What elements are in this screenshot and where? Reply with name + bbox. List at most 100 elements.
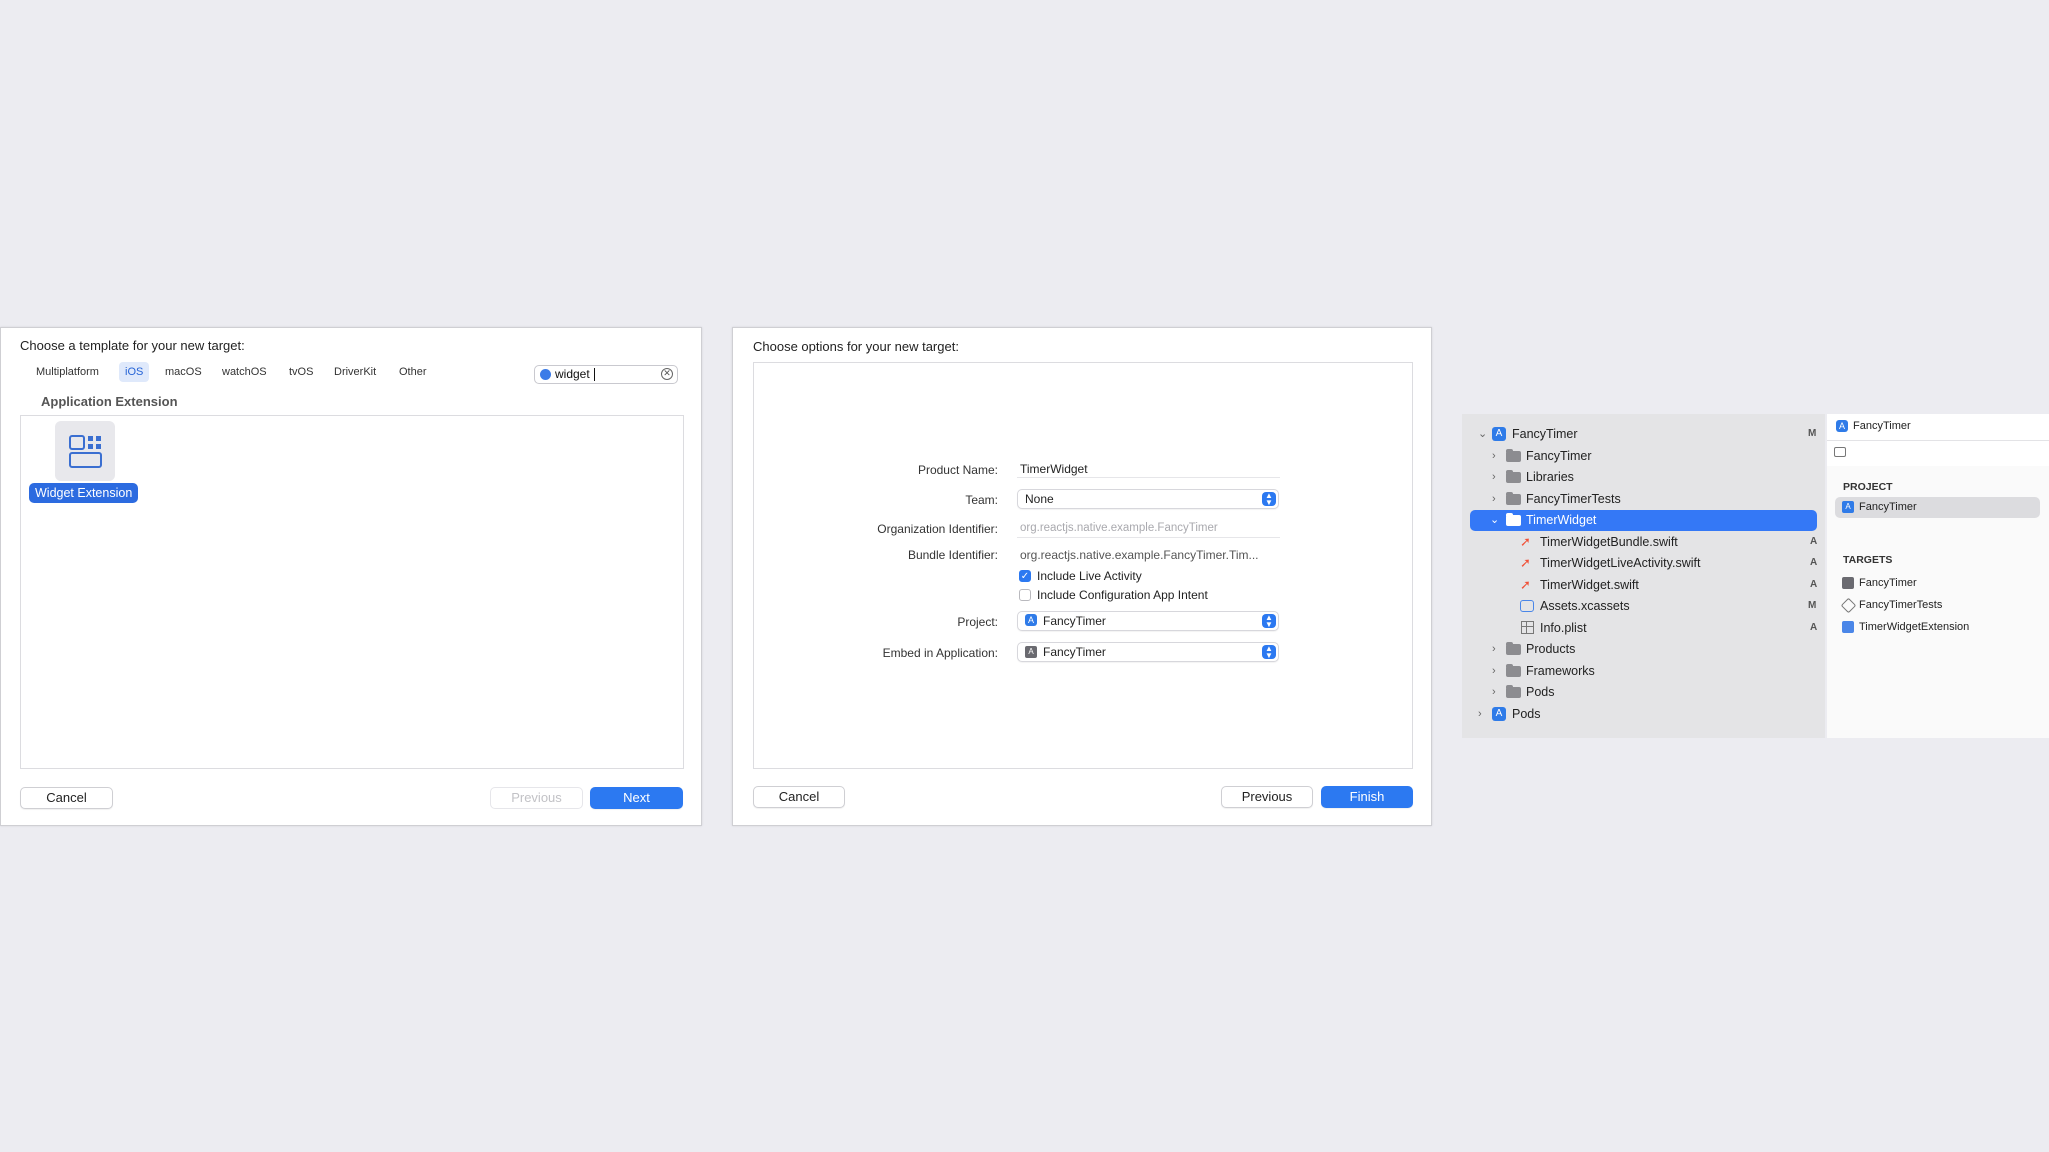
- navigator-item-timerwidget-swift[interactable]: ➚ TimerWidget.swift A: [1470, 575, 1817, 596]
- chevron-down-icon[interactable]: ⌄: [1478, 428, 1488, 440]
- plist-file-icon: [1521, 621, 1534, 634]
- swift-file-icon: ➚: [1520, 577, 1531, 592]
- chevron-down-icon[interactable]: ⌄: [1490, 514, 1500, 526]
- dialog-title: Choose options for your new target:: [753, 339, 959, 354]
- navigator-item-products[interactable]: › Products: [1470, 639, 1817, 660]
- folder-icon: [1506, 642, 1521, 655]
- project-label: Project:: [957, 615, 998, 629]
- navigator-item-label: FancyTimerTests: [1526, 492, 1621, 506]
- widget-extension-icon: [69, 435, 102, 468]
- cancel-button[interactable]: Cancel: [753, 786, 845, 808]
- navigator-item-label: TimerWidget: [1526, 513, 1597, 527]
- navigator-item-pods-folder[interactable]: › Pods: [1470, 682, 1817, 703]
- chevron-right-icon[interactable]: ›: [1492, 471, 1502, 483]
- editor-toolbar: [1827, 440, 2049, 467]
- chevron-right-icon[interactable]: ›: [1492, 665, 1502, 677]
- navigator-item-label: TimerWidgetBundle.swift: [1540, 535, 1678, 549]
- finish-button[interactable]: Finish: [1321, 786, 1413, 808]
- next-button[interactable]: Next: [590, 787, 683, 809]
- tab-multiplatform[interactable]: Multiplatform: [30, 362, 105, 382]
- navigator-item-label: Libraries: [1526, 470, 1574, 484]
- editor-tab-bar: A FancyTimer: [1827, 414, 2049, 441]
- navigator-item-frameworks[interactable]: › Frameworks: [1470, 661, 1817, 682]
- embed-in-application-popup[interactable]: A FancyTimer ▲ ▼: [1017, 642, 1279, 662]
- options-form: Product Name: TimerWidget Team: None ▲ ▼ …: [753, 362, 1413, 769]
- navigator-item-label: Pods: [1512, 707, 1541, 721]
- team-popup[interactable]: None ▲ ▼: [1017, 489, 1279, 509]
- target-item-fancytimer[interactable]: FancyTimer: [1835, 573, 2040, 594]
- navigator-item-label: Pods: [1526, 685, 1555, 699]
- tab-watchos[interactable]: watchOS: [216, 362, 273, 382]
- navigator-item-pods-project[interactable]: › A Pods: [1470, 704, 1817, 725]
- navigator-item-label: Assets.xcassets: [1540, 599, 1630, 613]
- tab-macos[interactable]: macOS: [159, 362, 208, 382]
- widget-extension-tile[interactable]: [55, 421, 115, 481]
- navigator-item-timerwidget[interactable]: ⌄ TimerWidget: [1470, 510, 1817, 531]
- extension-target-icon: [1842, 621, 1854, 633]
- source-control-status: M: [1808, 428, 1817, 439]
- app-target-icon: A: [1025, 646, 1037, 658]
- xcode-project-icon: A: [1025, 614, 1037, 626]
- project-editor: A FancyTimer PROJECT A FancyTimer TARGET…: [1827, 414, 2049, 738]
- tab-tvos[interactable]: tvOS: [283, 362, 319, 382]
- target-options-dialog: Choose options for your new target: Prod…: [732, 327, 1432, 826]
- filter-icon: [540, 369, 551, 380]
- template-grid: Widget Extension: [20, 415, 684, 769]
- navigator-item-fancytimertests[interactable]: › FancyTimerTests: [1470, 489, 1817, 510]
- source-control-status: A: [1810, 536, 1818, 547]
- chevron-right-icon[interactable]: ›: [1492, 686, 1502, 698]
- clear-search-icon[interactable]: ✕: [661, 368, 673, 380]
- include-live-activity-checkbox[interactable]: ✓: [1019, 570, 1031, 582]
- source-control-status: M: [1808, 600, 1817, 611]
- include-live-activity-label: Include Live Activity: [1037, 569, 1142, 583]
- include-config-intent-label: Include Configuration App Intent: [1037, 588, 1208, 602]
- search-input[interactable]: widget: [555, 367, 590, 381]
- project-item-fancytimer[interactable]: A FancyTimer: [1835, 497, 2040, 518]
- source-control-status: A: [1810, 622, 1818, 633]
- navigator-item-libraries[interactable]: › Libraries: [1470, 467, 1817, 488]
- popup-stepper-icon: ▲ ▼: [1262, 492, 1276, 507]
- editor-tab-label[interactable]: FancyTimer: [1853, 420, 1911, 432]
- org-identifier-field[interactable]: org.reactjs.native.example.FancyTimer: [1017, 519, 1280, 538]
- chevron-right-icon[interactable]: ›: [1492, 643, 1502, 655]
- project-popup[interactable]: A FancyTimer ▲ ▼: [1017, 611, 1279, 631]
- embed-in-application-label: Embed in Application:: [882, 646, 998, 660]
- bundle-identifier-label: Bundle Identifier:: [907, 548, 998, 562]
- editor-sidebar: PROJECT A FancyTimer TARGETS FancyTimer …: [1827, 466, 2049, 738]
- widget-extension-label[interactable]: Widget Extension: [29, 483, 139, 503]
- team-label: Team:: [965, 493, 998, 507]
- navigator-item-fancytimer-project[interactable]: ⌄ A FancyTimer M: [1470, 424, 1817, 445]
- template-search-field[interactable]: widget ✕: [534, 365, 678, 384]
- tab-other[interactable]: Other: [393, 362, 433, 382]
- previous-button[interactable]: Previous: [1221, 786, 1313, 808]
- tab-ios[interactable]: iOS: [119, 362, 150, 382]
- target-item-timerwidgetextension[interactable]: TimerWidgetExtension: [1835, 617, 2040, 638]
- source-control-status: A: [1810, 557, 1818, 568]
- bundle-identifier-value: org.reactjs.native.example.FancyTimer.Ti…: [1020, 548, 1259, 562]
- navigator-item-info-plist[interactable]: Info.plist A: [1470, 618, 1817, 639]
- chevron-right-icon[interactable]: ›: [1492, 450, 1502, 462]
- product-name-label: Product Name:: [917, 463, 998, 477]
- navigator-item-timerwidgetliveactivity[interactable]: ➚ TimerWidgetLiveActivity.swift A: [1470, 553, 1817, 574]
- previous-button[interactable]: Previous: [490, 787, 583, 809]
- folder-icon: [1506, 664, 1521, 677]
- tab-driverkit[interactable]: DriverKit: [328, 362, 382, 382]
- cancel-button[interactable]: Cancel: [20, 787, 113, 809]
- target-item-fancytimertests[interactable]: FancyTimerTests: [1835, 595, 2040, 616]
- chevron-right-icon[interactable]: ›: [1492, 493, 1502, 505]
- include-config-intent-checkbox[interactable]: [1019, 589, 1031, 601]
- test-target-icon: [1840, 597, 1857, 614]
- popup-stepper-icon: ▲ ▼: [1262, 645, 1276, 660]
- folder-icon: [1506, 470, 1521, 483]
- target-item-label: FancyTimer: [1859, 577, 1917, 589]
- chevron-right-icon[interactable]: ›: [1478, 708, 1488, 720]
- navigator-item-assets[interactable]: Assets.xcassets M: [1470, 596, 1817, 617]
- product-name-field[interactable]: TimerWidget: [1017, 459, 1280, 478]
- target-item-label: TimerWidgetExtension: [1859, 621, 1970, 633]
- navigator-item-fancytimer-folder[interactable]: › FancyTimer: [1470, 446, 1817, 467]
- folder-icon: [1506, 449, 1521, 462]
- sidebar-toggle-icon[interactable]: [1834, 447, 1846, 457]
- app-target-icon: [1842, 577, 1854, 589]
- xcode-project-icon: A: [1836, 420, 1848, 432]
- navigator-item-timerwidgetbundle[interactable]: ➚ TimerWidgetBundle.swift A: [1470, 532, 1817, 553]
